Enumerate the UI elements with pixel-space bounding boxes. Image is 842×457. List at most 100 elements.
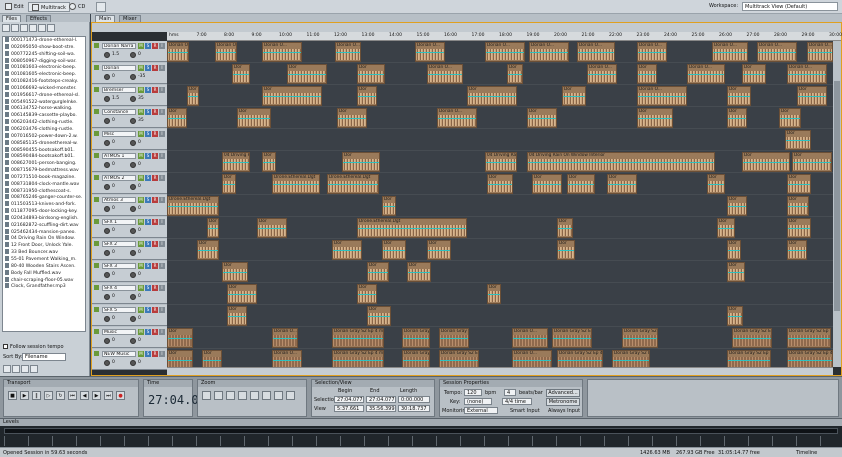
volume-envelope[interactable] [263, 52, 301, 53]
go-to-start-button[interactable]: ⏮ [68, 391, 77, 400]
audio-clip[interactable]: Dor [727, 306, 743, 326]
volume-knob[interactable] [104, 184, 110, 190]
volume-knob[interactable] [104, 206, 110, 212]
vertical-scrollbar[interactable] [833, 41, 841, 367]
zoom-in-amplitude-icon[interactable] [202, 391, 211, 400]
volume-envelope[interactable] [358, 294, 376, 295]
tab-files[interactable]: Files [2, 15, 21, 22]
volume-knob[interactable] [104, 228, 110, 234]
arm-record-button[interactable]: R [152, 197, 158, 203]
audio-clip[interactable]: Dorian O... [712, 42, 748, 62]
track-color-grip[interactable] [94, 307, 99, 312]
file-list-item[interactable]: 12 Front Door, Unlock Yale. [3, 242, 85, 249]
volume-envelope[interactable] [513, 338, 547, 339]
audio-clip[interactable]: Dor [779, 108, 801, 128]
move-tool-button[interactable] [96, 2, 106, 12]
track-color-grip[interactable] [94, 219, 99, 224]
track-color-grip[interactable] [94, 263, 99, 268]
audio-clip[interactable]: Dorian Gray S2 Ep 4 mix [332, 350, 384, 367]
pan-knob[interactable] [130, 338, 136, 344]
stop-button[interactable]: ■ [8, 391, 17, 400]
audio-clip[interactable]: Dorian O... [637, 42, 667, 62]
tab-mixer[interactable]: Mixer [119, 15, 141, 22]
volume-envelope[interactable] [416, 52, 444, 53]
volume-envelope[interactable] [428, 74, 462, 75]
pan-knob[interactable] [130, 74, 136, 80]
rewind-button[interactable]: ◀ [80, 391, 89, 400]
track-color-grip[interactable] [94, 241, 99, 246]
audio-clip[interactable]: Dorian O... [757, 42, 797, 62]
volume-envelope[interactable] [733, 338, 771, 339]
volume-envelope[interactable] [788, 360, 832, 361]
volume-envelope[interactable] [333, 360, 383, 361]
volume-envelope[interactable] [528, 118, 556, 119]
volume-envelope[interactable] [488, 294, 500, 295]
audio-clip[interactable]: Drone.Ethereal.Dgt [167, 196, 219, 216]
audio-clip[interactable]: Dor [507, 64, 523, 84]
volume-envelope[interactable] [718, 228, 734, 229]
volume-envelope[interactable] [780, 118, 800, 119]
audio-clip[interactable]: Dorian Gray S2 Ep 4 mix [439, 328, 469, 348]
audio-clip[interactable]: Dor [717, 218, 735, 238]
volume-envelope[interactable] [788, 184, 810, 185]
track-lane[interactable]: Dor Dor Dor Dor Dor Dorian O... Dor Dor [167, 85, 833, 107]
audio-clip[interactable]: Dor [357, 284, 377, 304]
audio-clip[interactable]: Dorian O... [512, 350, 552, 367]
volume-envelope[interactable] [728, 272, 744, 273]
audio-clip[interactable]: 04 Driving Rain On Window Interior [485, 152, 517, 172]
volume-envelope[interactable] [358, 228, 466, 229]
solo-button[interactable]: S [145, 109, 151, 115]
volume-envelope[interactable] [608, 184, 636, 185]
volume-envelope[interactable] [508, 74, 522, 75]
volume-envelope[interactable] [273, 338, 297, 339]
volume-envelope[interactable] [558, 250, 574, 251]
file-list-item[interactable]: 020434893-birdsong-english. [3, 214, 85, 222]
volume-envelope[interactable] [238, 118, 270, 119]
track-lane[interactable]: 04 Driving Rain On Window Interior Dor Dor… [167, 151, 833, 173]
follow-tempo-checkbox[interactable] [3, 344, 8, 349]
audio-clip[interactable]: Dor [562, 86, 586, 106]
audio-clip[interactable]: Dor [262, 86, 322, 106]
audio-clip[interactable]: Drone.Ethereal.Dgt [327, 174, 379, 194]
audio-clip[interactable]: Dor [792, 152, 832, 172]
volume-envelope[interactable] [808, 52, 832, 53]
file-list-item[interactable]: chair-scraping-floor-05.wav [3, 276, 85, 284]
track-name-field[interactable]: Atmos 3 [102, 197, 136, 203]
volume-envelope[interactable] [528, 162, 714, 163]
volume-envelope[interactable] [208, 228, 218, 229]
volume-envelope[interactable] [513, 360, 551, 361]
solo-button[interactable]: S [145, 263, 151, 269]
volume-envelope[interactable] [638, 52, 666, 53]
monitor-input-button[interactable]: I [159, 153, 165, 159]
track-lanes[interactable]: Dorian O... Dorian O... Dorian O... Dorian … [167, 41, 833, 367]
volume-envelope[interactable] [613, 360, 649, 361]
track-name-field[interactable]: SFX 4 [102, 285, 136, 291]
volume-knob[interactable] [104, 52, 110, 58]
pan-knob[interactable] [130, 250, 136, 256]
zoom-out-time-icon[interactable] [238, 391, 247, 400]
audio-clip[interactable]: Dor [167, 328, 193, 348]
volume-envelope[interactable] [258, 228, 286, 229]
track-name-field[interactable]: NEW Music [102, 351, 136, 357]
audio-clip[interactable]: Dor [187, 86, 199, 106]
file-list-item[interactable]: 001081603-electronic-beep. [3, 64, 85, 71]
file-list-item[interactable]: 025462434-mansion-paneo. [3, 228, 85, 236]
solo-button[interactable]: S [145, 329, 151, 335]
audio-clip[interactable]: Dorian O... [167, 42, 189, 62]
volume-envelope[interactable] [228, 316, 246, 317]
volume-envelope[interactable] [273, 184, 319, 185]
pan-knob[interactable] [130, 228, 136, 234]
file-list-item[interactable]: 008715679-bedmattress.wav [3, 167, 85, 174]
audio-clip[interactable]: Dor [467, 86, 517, 106]
file-list-item[interactable]: 006203442-clothing-rustle. [3, 119, 85, 126]
volume-envelope[interactable] [568, 184, 594, 185]
track-color-grip[interactable] [94, 131, 99, 136]
volume-envelope[interactable] [288, 74, 326, 75]
mute-button[interactable]: M [138, 241, 144, 247]
audio-clip[interactable]: Dor [337, 108, 367, 128]
selection-begin-field[interactable]: 27:04.077 [334, 396, 364, 403]
volume-envelope[interactable] [713, 52, 747, 53]
volume-envelope[interactable] [788, 250, 806, 251]
solo-button[interactable]: S [145, 219, 151, 225]
audio-clip[interactable]: Drone.Ethereal.Dgt [272, 174, 320, 194]
